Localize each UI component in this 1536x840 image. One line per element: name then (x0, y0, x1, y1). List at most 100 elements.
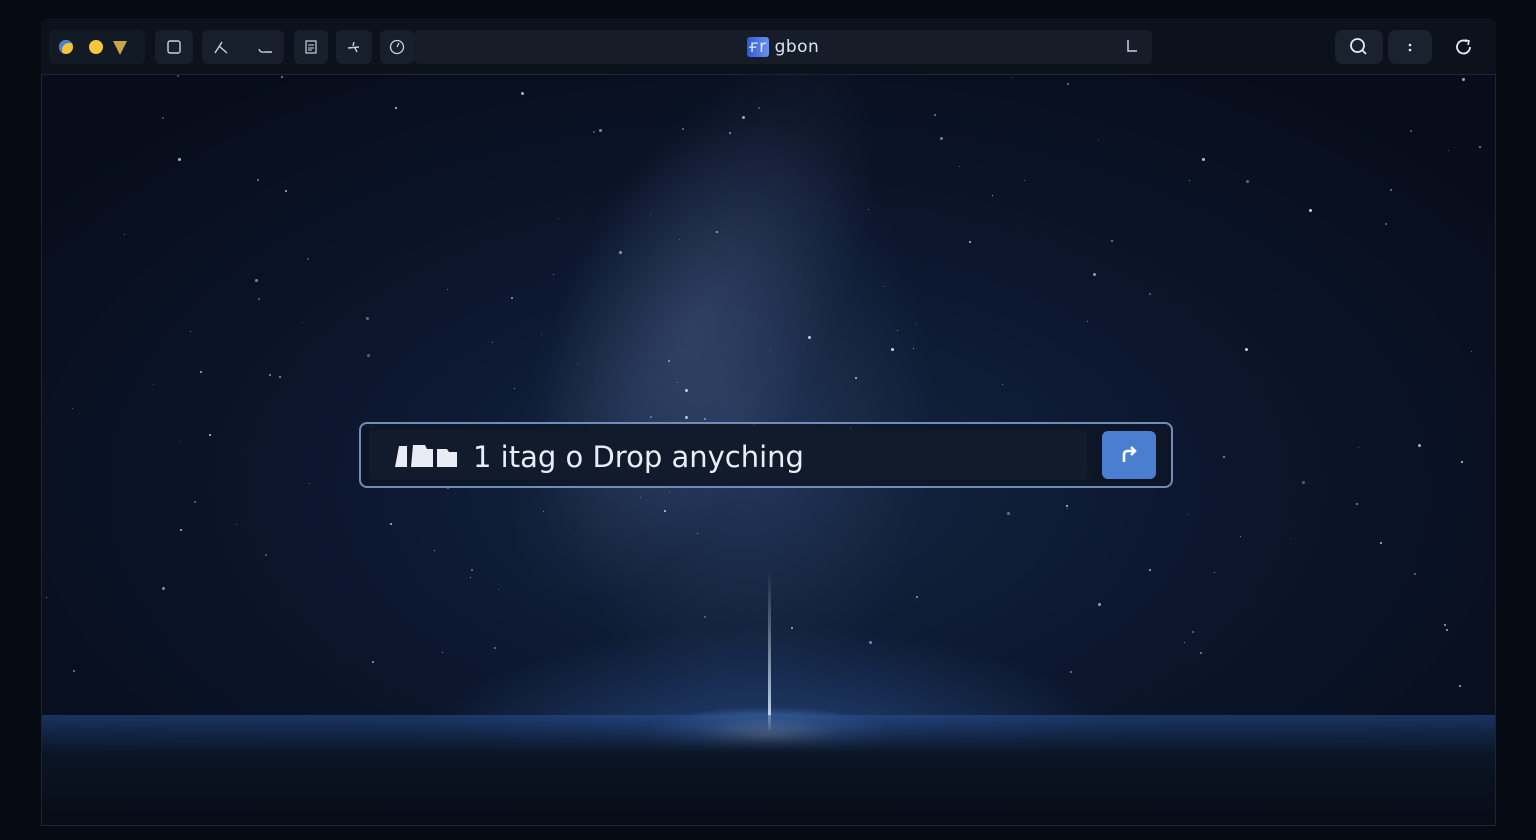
star (180, 529, 183, 532)
star (162, 587, 166, 591)
star (73, 669, 76, 672)
address-bar[interactable]: ғr gbon (414, 30, 1152, 64)
star (470, 577, 472, 579)
search-input[interactable]: 1 itag o Drop anyching (369, 430, 1087, 480)
star (667, 360, 670, 363)
star (1098, 602, 1102, 606)
search-icon[interactable] (1335, 30, 1383, 64)
star (681, 128, 684, 131)
star (1385, 222, 1388, 225)
draw-tools-group (202, 30, 284, 64)
star (684, 415, 688, 419)
search-box[interactable]: 1 itag o Drop anyching (359, 422, 1173, 488)
star (306, 257, 309, 260)
star (1448, 149, 1450, 151)
star (189, 330, 191, 332)
star (513, 388, 515, 390)
star (916, 595, 919, 598)
star (257, 178, 260, 181)
star (521, 92, 525, 96)
star (371, 660, 374, 663)
star (301, 321, 303, 323)
toolbar: ғr gbon (41, 18, 1496, 74)
more-icon[interactable] (1388, 30, 1432, 64)
star (959, 165, 961, 167)
star (703, 418, 706, 421)
star (1301, 480, 1305, 484)
star (308, 482, 310, 484)
star (807, 336, 811, 340)
star (791, 627, 794, 630)
star (1110, 240, 1113, 243)
star (891, 348, 895, 352)
star (1187, 513, 1189, 515)
clock-icon[interactable] (380, 30, 414, 64)
dropdown-triangle-icon[interactable] (113, 41, 127, 55)
star (269, 374, 272, 377)
star (1461, 78, 1465, 82)
star (1244, 347, 1248, 351)
star (72, 408, 74, 409)
star (912, 347, 914, 349)
corner-icon (1127, 40, 1137, 52)
star (669, 490, 671, 492)
files-icon (395, 445, 457, 467)
star (1460, 461, 1463, 464)
star (1379, 542, 1382, 545)
star (867, 208, 869, 210)
refresh-icon[interactable] (1440, 30, 1488, 64)
curve-icon[interactable] (256, 38, 274, 60)
star (1471, 351, 1473, 353)
close-dot-icon[interactable] (59, 40, 73, 54)
star (1188, 180, 1190, 182)
star (758, 107, 761, 110)
star (1007, 511, 1011, 515)
star (1458, 684, 1461, 687)
star (868, 641, 872, 645)
star (441, 651, 443, 653)
star (124, 234, 126, 236)
star (162, 117, 165, 120)
star (179, 440, 181, 442)
star (742, 116, 746, 120)
star (1069, 671, 1072, 674)
star (854, 377, 857, 380)
star (470, 569, 473, 572)
star (882, 285, 884, 287)
star (1148, 568, 1151, 571)
sparkle-icon[interactable] (336, 30, 372, 64)
star (1012, 76, 1014, 78)
star (679, 238, 680, 240)
star (557, 217, 559, 219)
draw-icon[interactable] (212, 38, 230, 60)
star (618, 250, 622, 254)
minimize-dot-icon[interactable] (89, 40, 103, 54)
star (236, 523, 238, 525)
star (1239, 535, 1241, 537)
title-rest: gbon (768, 37, 820, 57)
window-controls (49, 30, 145, 64)
star (208, 434, 211, 437)
star (896, 329, 898, 331)
document-icon[interactable] (294, 30, 328, 64)
star (553, 273, 555, 275)
horizon-ground (42, 715, 1495, 825)
star (639, 497, 641, 499)
star (1001, 384, 1003, 386)
star (285, 190, 288, 193)
star (511, 296, 514, 299)
square-icon[interactable] (155, 30, 193, 64)
star (1023, 179, 1025, 181)
star (446, 288, 448, 290)
star (264, 554, 267, 557)
star (684, 388, 688, 392)
star (677, 382, 679, 384)
star (968, 241, 971, 244)
star (153, 384, 155, 386)
star (1097, 139, 1099, 140)
star (1389, 189, 1392, 192)
star (1358, 446, 1360, 448)
star (257, 298, 260, 301)
submit-button[interactable] (1102, 431, 1156, 479)
star (1246, 179, 1250, 183)
